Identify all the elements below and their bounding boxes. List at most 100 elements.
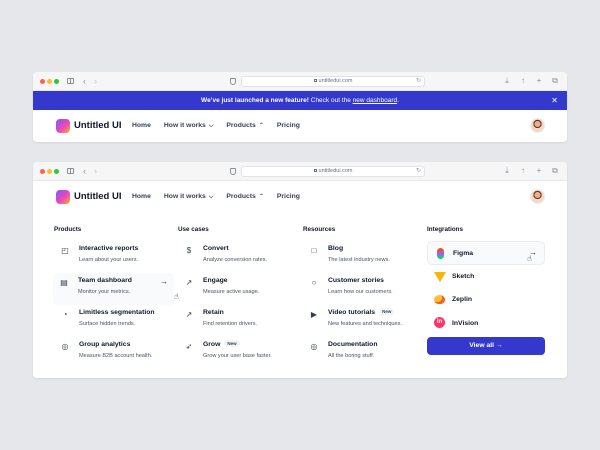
nav-pricing[interactable]: Pricing xyxy=(277,120,300,132)
minimize-window-button[interactable] xyxy=(47,169,52,174)
menu-item-engage[interactable]: ↗ Engage Measure active usage. xyxy=(178,273,298,305)
close-window-button[interactable] xyxy=(40,79,45,84)
menu-item-description: New features and techniques. xyxy=(328,321,403,327)
close-icon[interactable]: ✕ xyxy=(551,91,558,110)
banner-text: Check out the xyxy=(310,97,351,104)
dollar-icon: $ xyxy=(186,246,192,255)
brand-name[interactable]: Untitled UI xyxy=(74,119,122,133)
tabs-icon[interactable]: ⧉ xyxy=(551,76,559,86)
use-cases-column: Use cases $ Convert Analyze conversion r… xyxy=(178,225,298,369)
download-icon[interactable]: ⤓ xyxy=(503,166,511,176)
forward-icon[interactable]: › xyxy=(94,75,97,87)
integration-label: InVision xyxy=(452,319,479,327)
maximize-window-button[interactable] xyxy=(54,169,59,174)
menu-item-title: Engage xyxy=(203,277,228,284)
back-icon[interactable]: ‹ xyxy=(83,75,86,87)
menu-item-title: Interactive reports xyxy=(79,245,139,252)
rocket-icon: ➶ xyxy=(185,342,193,351)
play-icon: ▶ xyxy=(310,310,318,319)
nav-home[interactable]: Home xyxy=(132,191,151,203)
share-icon[interactable]: ↑ xyxy=(519,76,527,86)
minimize-window-button[interactable] xyxy=(47,79,52,84)
browser-toolbar: ‹ › untitledui.com ↻ ⤓ ↑ + ⧉ xyxy=(33,162,567,181)
menu-item-description: All the boring stuff. xyxy=(328,353,375,359)
close-window-button[interactable] xyxy=(40,169,45,174)
menu-item-blog[interactable]: □ Blog The latest industry news. xyxy=(303,241,423,273)
tabs-icon[interactable]: ⧉ xyxy=(551,166,559,176)
sketch-icon xyxy=(434,271,446,282)
menu-item-convert[interactable]: $ Convert Analyze conversion rates. xyxy=(178,241,298,273)
menu-item-title-row: Video tutorials New xyxy=(328,308,423,318)
menu-item-description: Grow your user base faster. xyxy=(203,353,272,359)
menu-item-video-tutorials[interactable]: ▶ Video tutorials New New features and te… xyxy=(303,305,423,337)
browser-actions: ⤓ ↑ + ⧉ xyxy=(503,76,559,86)
menu-item-retain[interactable]: ↗ Retain Find retention drivers. xyxy=(178,305,298,337)
figma-icon xyxy=(437,247,444,259)
share-icon[interactable]: ↑ xyxy=(519,166,527,176)
nav-products-label: Products xyxy=(226,122,256,129)
integration-invision[interactable]: in InVision xyxy=(427,312,545,336)
avatar[interactable] xyxy=(530,189,545,204)
browser-window-menu: ‹ › untitledui.com ↻ ⤓ ↑ + ⧉ Untitled UI… xyxy=(33,162,567,378)
menu-item-title: Grow xyxy=(203,341,221,348)
logo-icon[interactable] xyxy=(56,190,70,204)
nav-how-it-works[interactable]: How it works ⌵ xyxy=(164,191,213,203)
maximize-window-button[interactable] xyxy=(54,79,59,84)
forward-icon[interactable]: › xyxy=(94,165,97,177)
nav-pricing[interactable]: Pricing xyxy=(277,191,300,203)
menu-item-title: Limitless segmentation xyxy=(79,309,155,316)
menu-item-title: Convert xyxy=(203,245,229,252)
back-icon[interactable]: ‹ xyxy=(83,165,86,177)
integration-label: Zeplin xyxy=(452,296,473,303)
reload-icon[interactable]: ↻ xyxy=(416,167,421,176)
menu-item-group-analytics[interactable]: ◎ Group analytics Measure B2B account he… xyxy=(54,337,174,369)
column-title: Integrations xyxy=(427,226,464,233)
menu-item-team-dashboard[interactable]: ▤ Team dashboard Monitor your metrics. → xyxy=(53,273,174,305)
menu-item-documentation[interactable]: ◎ Documentation All the boring stuff. xyxy=(303,337,423,369)
arrow-right-icon: → xyxy=(160,277,168,286)
menu-item-title: Documentation xyxy=(328,341,378,348)
nav-how-it-works-label: How it works xyxy=(163,193,206,200)
new-tab-icon[interactable]: + xyxy=(535,166,543,176)
main-nav: Home How it works ⌵ Products ⌃ Pricing xyxy=(132,120,300,132)
avatar[interactable] xyxy=(530,118,545,133)
dashboard-icon: ▤ xyxy=(60,278,68,287)
address-bar[interactable]: untitledui.com ↻ xyxy=(241,166,425,177)
sidebar-toggle-icon[interactable] xyxy=(67,78,74,84)
nav-products[interactable]: Products ⌃ xyxy=(226,191,264,203)
menu-item-grow[interactable]: ➶ Grow New Grow your user base faster. xyxy=(178,337,298,369)
view-all-button[interactable]: View all → xyxy=(427,337,545,355)
announcement-banner: We’ve just launched a new feature! Check… xyxy=(33,91,567,110)
browser-toolbar: ‹ › untitledui.com ↻ ⤓ ↑ + ⧉ xyxy=(33,72,567,91)
banner-link[interactable]: new dashboard xyxy=(353,97,397,104)
integration-sketch[interactable]: Sketch xyxy=(427,265,545,289)
menu-item-limitless-segmentation[interactable]: ◔ Limitless segmentation Surface hidden … xyxy=(54,305,174,337)
new-tab-icon[interactable]: + xyxy=(535,76,543,86)
book-icon: □ xyxy=(311,246,317,255)
reload-icon[interactable]: ↻ xyxy=(416,77,421,86)
integration-zeplin[interactable]: Zeplin xyxy=(427,288,545,312)
nav-products[interactable]: Products ⌃ xyxy=(226,120,264,132)
menu-item-title-row: Grow New xyxy=(203,340,298,350)
menu-item-description: Learn how our customers. xyxy=(328,289,393,295)
message-icon: ○ xyxy=(311,278,317,287)
sidebar-toggle-icon[interactable] xyxy=(67,168,74,174)
column-title: Products xyxy=(54,226,82,233)
menu-item-description: Monitor your metrics. xyxy=(78,289,131,295)
menu-item-interactive-reports[interactable]: ◰ Interactive reports Learn about your u… xyxy=(54,241,174,273)
chart-icon: ◰ xyxy=(61,246,69,255)
banner-headline: We’ve just launched a new feature! xyxy=(201,97,309,104)
browser-actions: ⤓ ↑ + ⧉ xyxy=(503,166,559,176)
nav-home[interactable]: Home xyxy=(132,120,151,132)
address-bar[interactable]: untitledui.com ↻ xyxy=(241,76,425,87)
logo-icon[interactable] xyxy=(56,119,70,133)
nav-how-it-works[interactable]: How it works ⌵ xyxy=(164,120,213,132)
chevron-down-icon: ⌵ xyxy=(208,194,214,200)
brand-name[interactable]: Untitled UI xyxy=(74,190,122,204)
download-icon[interactable]: ⤓ xyxy=(503,76,511,86)
shield-icon xyxy=(230,78,236,85)
menu-item-customer-stories[interactable]: ○ Customer stories Learn how our custome… xyxy=(303,273,423,305)
column-title: Use cases xyxy=(178,226,209,233)
click-icon: ↗ xyxy=(185,278,193,287)
column-title: Resources xyxy=(303,226,336,233)
